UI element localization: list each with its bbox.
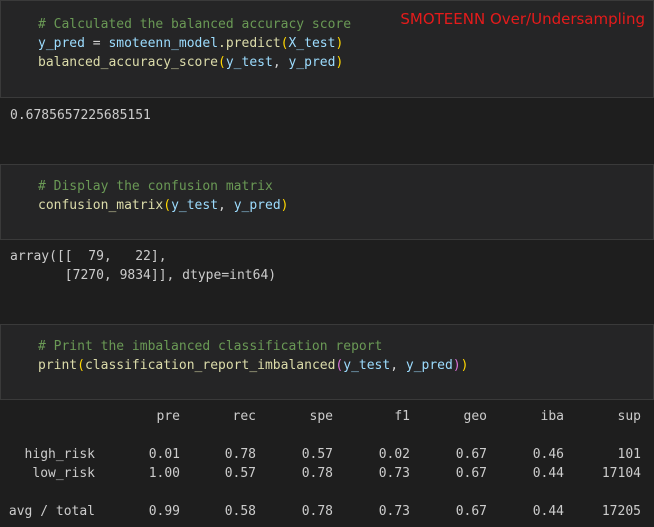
report-cell: 0.78 [301, 466, 333, 481]
report-row-label: low_risk [32, 466, 95, 481]
output-matrix-line-1: array([[ 79, 22], [10, 249, 167, 264]
report-row-label: avg / total [8, 504, 95, 519]
code-cell-1[interactable]: # Calculated the balanced accuracy score… [0, 0, 654, 98]
code-line: confusion_matrix(y_test, y_pred) [38, 198, 289, 213]
report-cell: 0.57 [301, 447, 333, 462]
report-cell: 0.46 [532, 447, 564, 462]
code-cell-2[interactable]: # Display the confusion matrix confusion… [0, 164, 654, 240]
report-cell: 0.99 [148, 504, 180, 519]
report-header-row: pre rec spe f1 geo iba sup [0, 409, 654, 428]
report-cell: 101 [617, 447, 641, 462]
report-header: pre [156, 409, 180, 424]
code-comment: # Print the imbalanced classification re… [38, 339, 383, 354]
code-line: y_pred = smoteenn_model.predict(X_test) [38, 36, 344, 51]
report-header: iba [540, 409, 564, 424]
report-header: sup [617, 409, 641, 424]
report-header: rec [232, 409, 256, 424]
title-badge: SMOTEENN Over/Undersampling [400, 10, 645, 28]
report-header: spe [309, 409, 333, 424]
report-row-label: high_risk [24, 447, 95, 462]
output-matrix-line-2: [7270, 9834]], dtype=int64) [10, 268, 277, 283]
report-cell: 1.00 [148, 466, 180, 481]
report-cell: 0.58 [224, 504, 256, 519]
code-comment: # Calculated the balanced accuracy score [38, 17, 352, 32]
report-cell: 17205 [601, 504, 641, 519]
report-header: geo [463, 409, 487, 424]
code-cell-3[interactable]: # Print the imbalanced classification re… [0, 324, 654, 400]
report-row-high-risk: high_risk 0.01 0.78 0.57 0.02 0.67 0.46 … [0, 447, 654, 466]
report-cell: 0.78 [301, 504, 333, 519]
report-cell: 0.02 [378, 447, 410, 462]
report-cell: 0.67 [455, 447, 487, 462]
report-cell: 0.44 [532, 466, 564, 481]
code-line: balanced_accuracy_score(y_test, y_pred) [38, 55, 344, 70]
report-cell: 0.73 [378, 466, 410, 481]
report-cell: 0.73 [378, 504, 410, 519]
report-cell: 0.01 [148, 447, 180, 462]
report-cell: 0.78 [224, 447, 256, 462]
report-cell: 0.57 [224, 466, 256, 481]
output-accuracy: 0.6785657225685151 [10, 108, 151, 123]
report-cell: 0.67 [455, 466, 487, 481]
report-cell: 0.67 [455, 504, 487, 519]
report-cell: 0.44 [532, 504, 564, 519]
code-line: print(classification_report_imbalanced(y… [38, 358, 469, 373]
report-row-low-risk: low_risk 1.00 0.57 0.78 0.73 0.67 0.44 1… [0, 466, 654, 485]
report-cell: 17104 [601, 466, 641, 481]
report-header: f1 [394, 409, 410, 424]
code-comment: # Display the confusion matrix [38, 179, 273, 194]
report-row-avg-total: avg / total 0.99 0.58 0.78 0.73 0.67 0.4… [0, 504, 654, 523]
